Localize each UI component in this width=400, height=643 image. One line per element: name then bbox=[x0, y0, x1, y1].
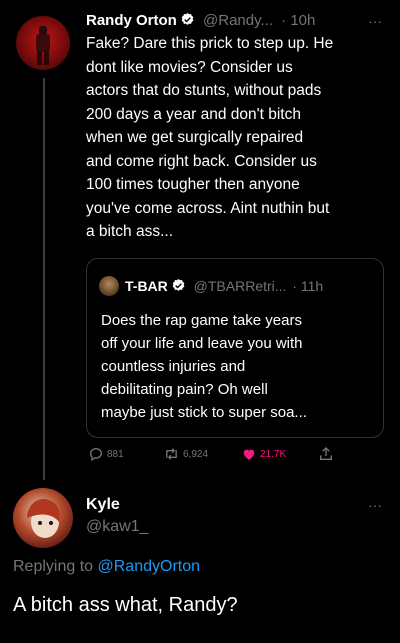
tweet-line: a bitch ass... bbox=[86, 223, 174, 240]
reply-text: A bitch ass what, Randy? bbox=[13, 594, 238, 616]
kyle-avatar[interactable] bbox=[13, 488, 73, 548]
tweet-line: 200 days a year and don't bitch bbox=[86, 105, 301, 123]
tweet-author-handle[interactable]: @Randy... bbox=[203, 12, 273, 29]
tweet-body: Fake? Dare this prick to step up. He don… bbox=[86, 32, 386, 244]
retweet-action[interactable]: 6,924 bbox=[163, 446, 208, 462]
verified-badge-icon bbox=[172, 278, 185, 291]
quoted-line: Does the rap game take years bbox=[101, 312, 302, 329]
tweet-line: you've come across. Aint nuthin but bbox=[86, 199, 330, 217]
avatar-face-icon bbox=[27, 498, 60, 538]
tweet-author-name[interactable]: Randy Orton bbox=[86, 12, 177, 29]
avatar-figure-icon bbox=[36, 26, 50, 65]
tweet-line: when we get surgically repaired bbox=[86, 129, 304, 146]
quoted-tweet-header: T-BAR @TBARRetri... · 11h bbox=[125, 275, 375, 297]
tweet-line: 100 times tougher then anyone bbox=[86, 176, 300, 193]
tweet-line: and come right back. Consider us bbox=[86, 152, 317, 170]
share-icon bbox=[320, 447, 332, 460]
thread-connector-line bbox=[43, 78, 45, 480]
reply-action[interactable]: 881 bbox=[88, 446, 124, 462]
tbar-avatar bbox=[99, 276, 119, 296]
reply-more-button[interactable]: ··· bbox=[368, 496, 382, 514]
tweet-more-button[interactable]: ··· bbox=[368, 10, 382, 32]
like-count: 21.7K bbox=[260, 448, 287, 460]
like-action[interactable]: 21.7K bbox=[241, 446, 286, 462]
quoted-tweet-body: Does the rap game take years off your li… bbox=[101, 309, 381, 424]
tweet-timestamp[interactable]: · 10h bbox=[281, 12, 315, 29]
heart-icon bbox=[243, 449, 255, 460]
verified-badge-icon bbox=[181, 12, 194, 25]
replying-to-link[interactable]: @RandyOrton bbox=[98, 558, 201, 575]
reply-count: 881 bbox=[107, 448, 124, 460]
tweet-line: dont like movies? Consider us bbox=[86, 58, 293, 76]
quoted-author-handle: @TBARRetri... bbox=[193, 278, 287, 294]
quoted-line: debilitating pain? Oh well bbox=[101, 381, 268, 398]
quoted-author-name: T-BAR bbox=[125, 278, 168, 294]
tweet-line: Fake? Dare this prick to step up. He bbox=[86, 35, 334, 52]
quoted-timestamp: · 11h bbox=[292, 278, 324, 294]
retweet-icon bbox=[166, 448, 177, 460]
replying-to-prefix: Replying to bbox=[13, 558, 98, 575]
reply-author-name[interactable]: Kyle bbox=[86, 494, 120, 516]
tweet-line: actors that do stunts, without pads bbox=[86, 82, 322, 99]
tweet-header: Randy Orton @Randy... · 10h bbox=[86, 10, 386, 32]
quoted-line: countless injuries and bbox=[101, 358, 246, 375]
randy-orton-avatar[interactable] bbox=[16, 16, 70, 70]
replying-to-line: Replying to @RandyOrton bbox=[13, 556, 200, 578]
reply-author-handle[interactable]: @kaw1_ bbox=[86, 516, 149, 538]
quoted-line: maybe just stick to super soa... bbox=[101, 404, 307, 421]
retweet-count: 6,924 bbox=[183, 448, 209, 460]
quoted-tweet-card[interactable]: T-BAR @TBARRetri... · 11h Does the rap g… bbox=[86, 258, 384, 438]
quoted-line: off your life and leave you with bbox=[101, 335, 303, 352]
share-action[interactable] bbox=[318, 446, 334, 462]
reply-bubble-icon bbox=[89, 448, 102, 462]
